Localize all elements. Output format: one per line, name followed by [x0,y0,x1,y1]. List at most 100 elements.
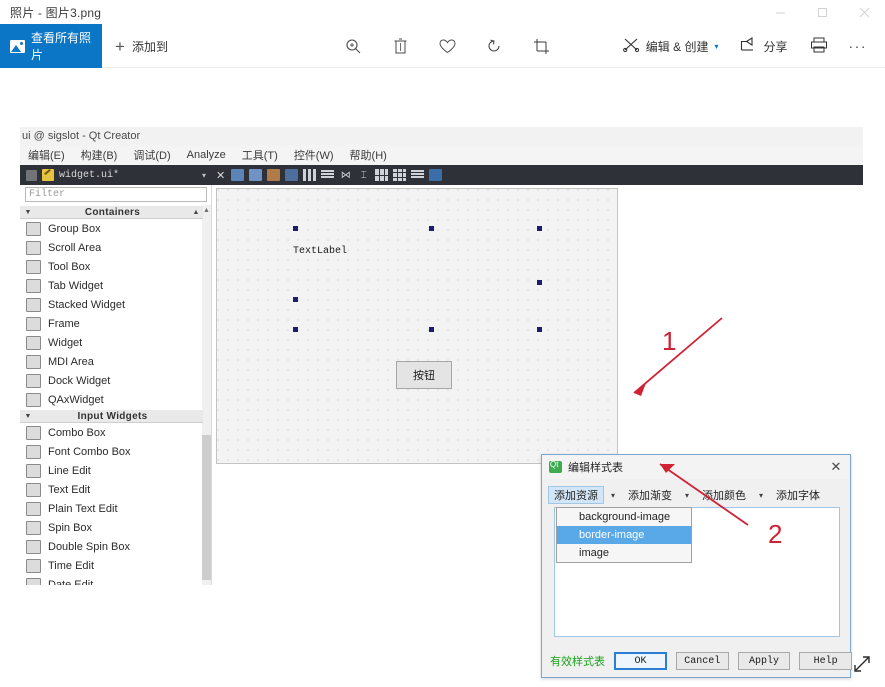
chevron-down-icon: ▼ [24,208,32,216]
widget-item-label: Spin Box [48,521,93,534]
close-document-button[interactable]: ✕ [210,169,231,182]
form-text-label[interactable]: TextLabel [293,246,347,257]
widget-item-font-combo-box[interactable]: Font Combo Box [20,442,203,461]
help-button[interactable]: Help [799,652,852,670]
title-bar: 照片 - 图片3.png [0,0,885,24]
add-gradient-caret-icon[interactable]: ▾ [680,491,694,500]
widget-item-dock-widget[interactable]: Dock Widget [20,371,203,390]
close-button[interactable] [843,0,885,24]
menu-item-border-image[interactable]: border-image [557,526,691,544]
widget-item-mdi-area[interactable]: MDI Area [20,352,203,371]
add-color-button[interactable]: 添加颜色 [696,486,752,504]
layout-split-icon[interactable] [267,169,281,181]
add-resource-button[interactable]: 添加资源 [548,486,604,504]
form-push-button[interactable]: 按钮 [396,361,452,389]
adjust-size-icon[interactable] [249,169,263,181]
text-edit-icon [26,482,41,497]
layout-splitter-v-icon[interactable]: ⌶ [357,169,370,181]
widget-item-double-spin-box[interactable]: Double Spin Box [20,537,203,556]
cancel-button[interactable]: Cancel [675,652,729,670]
selection-handle[interactable] [293,226,298,231]
widget-item-combo-box[interactable]: Combo Box [20,423,203,442]
design-form[interactable]: TextLabel 按钮 [216,188,618,464]
widget-item-label: Font Combo Box [48,445,131,458]
edit-create-label: 编辑 & 创建 [645,39,709,54]
add-resource-caret-icon[interactable]: ▾ [606,491,620,500]
share-button[interactable]: 分享 [729,24,798,68]
delete-icon[interactable] [390,36,410,56]
widget-item-time-edit[interactable]: Time Edit [20,556,203,575]
widget-item-frame[interactable]: Frame [20,314,203,333]
widget-item-tab-widget[interactable]: Tab Widget [20,276,203,295]
line-edit-icon [26,463,41,478]
crop-icon[interactable] [531,36,551,56]
tab-widget-icon [26,278,41,293]
layout-horizontal-icon[interactable] [321,169,335,181]
layout-stack-icon[interactable] [411,169,425,181]
edit-buddies-icon[interactable] [429,169,443,181]
ok-button[interactable]: OK [614,652,667,670]
layout-grid-icon[interactable] [393,169,407,181]
rotate-icon[interactable] [484,36,504,56]
see-all-photos-button[interactable]: 查看所有照片 [0,24,102,68]
selection-handle[interactable] [537,226,542,231]
menu-item-image[interactable]: image [557,544,691,562]
layout-splitter-h-icon[interactable]: ⋈ [339,169,352,181]
edit-create-button[interactable]: 编辑 & 创建 ▾ [612,24,730,68]
selection-handle[interactable] [429,226,434,231]
widget-item-widget[interactable]: Widget [20,333,203,352]
widget-item-plain-text-edit[interactable]: Plain Text Edit [20,499,203,518]
widget-item-date-edit[interactable]: Date Edit [20,575,203,585]
preview-icon[interactable] [285,169,299,181]
add-gradient-button[interactable]: 添加渐变 [622,486,678,504]
more-options-button[interactable]: ··· [839,24,878,68]
widget-item-group-box[interactable]: Group Box [20,219,203,238]
dialog-footer: 有效样式表 OK Cancel Apply Help [542,651,852,671]
menu-item-build[interactable]: 构建(B) [73,147,126,163]
widget-item-tool-box[interactable]: Tool Box [20,257,203,276]
menu-item-background-image[interactable]: background-image [557,508,691,526]
break-layout-icon[interactable] [231,169,245,181]
selection-handle[interactable] [537,280,542,285]
widget-item-label: Dock Widget [48,374,111,387]
zoom-icon[interactable] [343,36,363,56]
print-button[interactable] [799,24,839,68]
print-icon [810,37,828,56]
menu-item-help[interactable]: 帮助(H) [342,147,395,163]
menu-item-widgets[interactable]: 控件(W) [286,147,342,163]
widget-item-qaxwidget[interactable]: QAxWidget [20,390,203,409]
widget-item-text-edit[interactable]: Text Edit [20,480,203,499]
expand-icon[interactable] [851,653,873,675]
scroll-up-arrow-icon[interactable]: ▲ [202,205,211,216]
menu-item-tools[interactable]: 工具(T) [234,147,286,163]
layout-form-icon[interactable] [375,169,389,181]
dialog-close-button[interactable]: ✕ [828,459,844,475]
menu-item-debug[interactable]: 调试(D) [125,147,178,163]
widget-box-scrollbar-thumb[interactable] [202,435,211,580]
add-font-button[interactable]: 添加字体 [770,486,826,504]
apply-button[interactable]: Apply [737,652,791,670]
widget-item-scroll-area[interactable]: Scroll Area [20,238,203,257]
font-combo-box-icon [26,444,41,459]
minimize-button[interactable] [759,0,801,24]
menu-item-analyze[interactable]: Analyze [179,149,234,161]
selection-handle[interactable] [293,327,298,332]
selection-handle[interactable] [429,327,434,332]
widget-filter-input[interactable]: Filter [25,187,207,202]
selection-handle[interactable] [293,297,298,302]
menu-item-edit[interactable]: 编辑(E) [20,147,73,163]
open-document-selector[interactable]: widget.ui* ▾ [20,169,210,181]
add-to-button[interactable]: + 添加到 [115,24,168,68]
widget-section-input-widgets[interactable]: ▼ Input Widgets [20,409,203,423]
layout-vertical-icon[interactable] [303,169,317,181]
chevron-down-icon[interactable]: ▾ [202,171,210,180]
widget-item-line-edit[interactable]: Line Edit [20,461,203,480]
favorite-icon[interactable] [437,36,457,56]
widget-section-containers[interactable]: ▼ Containers ▲ [20,205,203,219]
widget-item-spin-box[interactable]: Spin Box [20,518,203,537]
add-color-caret-icon[interactable]: ▾ [754,491,768,500]
widget-box-panel: Filter ▲ ▼ Containers ▲ Group Box Scroll… [20,185,212,585]
widget-item-stacked-widget[interactable]: Stacked Widget [20,295,203,314]
selection-handle[interactable] [537,327,542,332]
maximize-button[interactable] [801,0,843,24]
